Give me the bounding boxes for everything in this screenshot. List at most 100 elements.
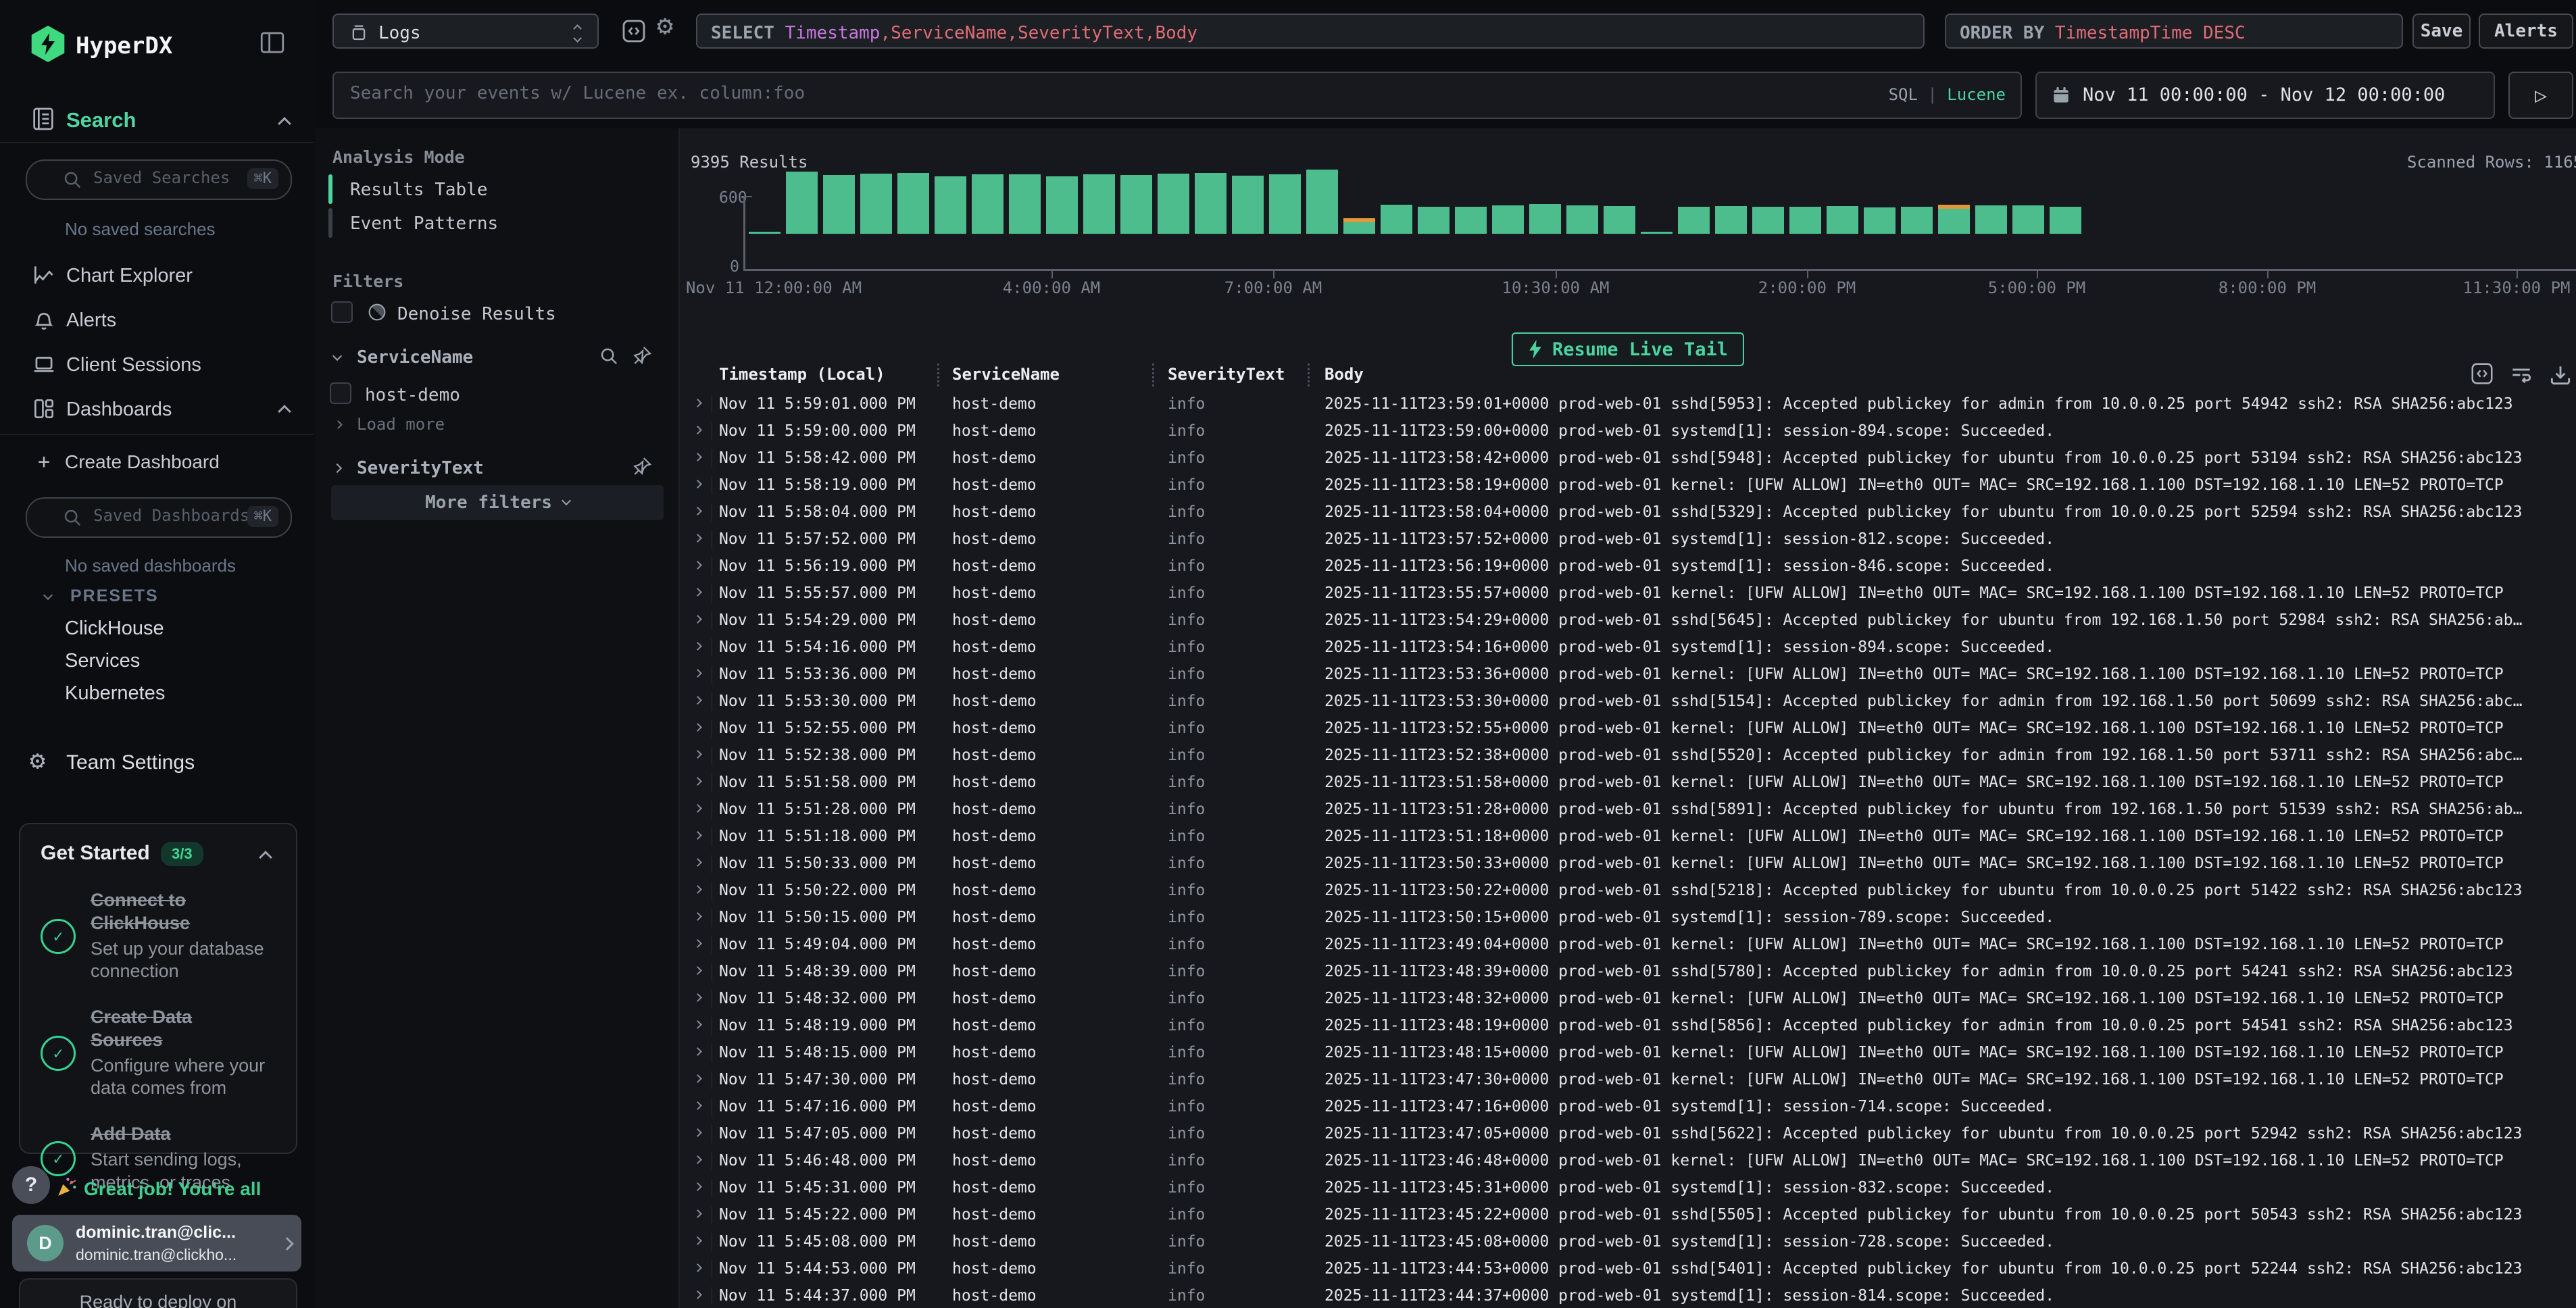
saved-dashboards-search[interactable]: ⌘K [26, 497, 292, 538]
histogram-bar[interactable] [1195, 173, 1227, 234]
source-select[interactable]: Logs [332, 14, 599, 49]
orderby-clause-input[interactable]: ORDER BY TimestampTime DESC [1945, 14, 2403, 49]
mode-results-table[interactable]: Results Table [350, 180, 488, 200]
table-row[interactable]: Nov 11 5:55:57.000 PMhost-demoinfo2025-1… [680, 580, 2576, 607]
get-started-collapse-chevron-icon[interactable] [259, 851, 272, 864]
table-row[interactable]: Nov 11 5:49:04.000 PMhost-demoinfo2025-1… [680, 931, 2576, 958]
table-row[interactable]: Nov 11 5:48:19.000 PMhost-demoinfo2025-1… [680, 1012, 2576, 1039]
sidebar-item-team-settings[interactable]: Team Settings [66, 751, 195, 774]
search-collapse-chevron-icon[interactable] [278, 117, 291, 130]
servicename-expand-chevron-icon[interactable] [332, 351, 342, 361]
table-row[interactable]: Nov 11 5:58:04.000 PMhost-demoinfo2025-1… [680, 499, 2576, 526]
pin-icon[interactable] [631, 345, 653, 366]
column-resize-handle[interactable] [1152, 363, 1154, 386]
help-button[interactable]: ? [12, 1166, 50, 1204]
table-row[interactable]: Nov 11 5:57:52.000 PMhost-demoinfo2025-1… [680, 526, 2576, 553]
saved-searches-input[interactable] [92, 168, 250, 188]
table-row[interactable]: Nov 11 5:54:16.000 PMhost-demoinfo2025-1… [680, 634, 2576, 661]
histogram-bar[interactable] [1901, 207, 1933, 234]
sidebar-item-search[interactable]: Search [66, 108, 136, 132]
save-button[interactable]: Save [2412, 14, 2471, 49]
histogram-bar[interactable] [1566, 205, 1598, 234]
table-row[interactable]: Nov 11 5:59:00.000 PMhost-demoinfo2025-1… [680, 418, 2576, 445]
histogram-bar[interactable] [860, 174, 892, 234]
histogram-bar[interactable] [1604, 206, 1635, 234]
code-view-button[interactable] [620, 18, 647, 45]
denoise-label[interactable]: Denoise Results [397, 304, 556, 324]
table-row[interactable]: Nov 11 5:50:22.000 PMhost-demoinfo2025-1… [680, 877, 2576, 904]
table-row[interactable]: Nov 11 5:58:42.000 PMhost-demoinfo2025-1… [680, 445, 2576, 472]
severitytext-expand-chevron-icon[interactable] [332, 463, 342, 473]
histogram-bar[interactable] [1678, 207, 1710, 234]
table-row[interactable]: Nov 11 5:48:15.000 PMhost-demoinfo2025-1… [680, 1039, 2576, 1066]
filter-search-icon[interactable] [599, 346, 619, 366]
histogram-bar[interactable] [2050, 207, 2081, 234]
table-row[interactable]: Nov 11 5:50:15.000 PMhost-demoinfo2025-1… [680, 904, 2576, 931]
presets-header[interactable]: PRESETS [70, 586, 159, 606]
table-row[interactable]: Nov 11 5:52:38.000 PMhost-demoinfo2025-1… [680, 742, 2576, 769]
mode-event-patterns[interactable]: Event Patterns [350, 213, 498, 234]
table-row[interactable]: Nov 11 5:50:33.000 PMhost-demoinfo2025-1… [680, 850, 2576, 877]
dashboards-collapse-chevron-icon[interactable] [278, 405, 291, 418]
table-row[interactable]: Nov 11 5:56:19.000 PMhost-demoinfo2025-1… [680, 553, 2576, 580]
column-resize-handle[interactable] [937, 363, 939, 386]
histogram-bar[interactable] [1455, 207, 1487, 234]
histogram-bar[interactable] [935, 176, 966, 234]
table-row[interactable]: Nov 11 5:54:29.000 PMhost-demoinfo2025-1… [680, 607, 2576, 634]
histogram-bar[interactable] [2012, 205, 2044, 234]
histogram-bar[interactable] [1381, 205, 1412, 234]
saved-dashboards-input[interactable] [92, 505, 250, 526]
histogram-bar[interactable] [1864, 207, 1896, 234]
get-started-item[interactable]: ✓ Create Data Sources Configure where yo… [41, 1006, 278, 1100]
histogram-bar[interactable] [1343, 218, 1375, 234]
histogram-bar[interactable] [823, 175, 855, 234]
table-row[interactable]: Nov 11 5:44:37.000 PMhost-demoinfo2025-1… [680, 1282, 2576, 1308]
column-header-body[interactable]: Body [1324, 365, 1364, 384]
histogram-bar[interactable] [1789, 207, 1821, 234]
histogram-bar[interactable] [1752, 207, 1784, 234]
histogram-bar[interactable] [1009, 174, 1041, 234]
host-demo-checkbox[interactable] [330, 382, 351, 404]
filter-group-severitytext[interactable]: SeverityText [357, 458, 484, 478]
histogram-bar[interactable] [1046, 176, 1078, 234]
sql-mode-toggle[interactable]: SQL [1889, 85, 1918, 104]
preset-item-kubernetes[interactable]: Kubernetes [65, 682, 165, 705]
live-tail-play-button[interactable]: ▷ [2508, 72, 2573, 119]
table-row[interactable]: Nov 11 5:47:16.000 PMhost-demoinfo2025-1… [680, 1093, 2576, 1120]
column-header-servicename[interactable]: ServiceName [952, 365, 1060, 384]
histogram-bar[interactable] [1827, 206, 1858, 234]
more-filters-button[interactable]: More filters [331, 485, 664, 520]
histogram-bar[interactable] [1715, 206, 1747, 234]
table-row[interactable]: Nov 11 5:51:28.000 PMhost-demoinfo2025-1… [680, 796, 2576, 823]
histogram-bar[interactable] [749, 232, 781, 234]
saved-searches-search[interactable]: ⌘K [26, 159, 292, 200]
column-header-severitytext[interactable]: SeverityText [1168, 365, 1285, 384]
histogram-bar[interactable] [972, 174, 1004, 234]
user-account-card[interactable]: D dominic.tran@clic... dominic.tran@clic… [12, 1215, 301, 1272]
lucene-mode-toggle[interactable]: Lucene [1947, 85, 2006, 104]
pin-icon[interactable] [631, 455, 653, 477]
histogram-bar[interactable] [1975, 205, 2007, 234]
table-row[interactable]: Nov 11 5:48:32.000 PMhost-demoinfo2025-1… [680, 985, 2576, 1012]
histogram-bar[interactable] [1938, 205, 1970, 234]
histogram-bar[interactable] [1641, 232, 1673, 234]
load-more-button[interactable]: Load more [357, 415, 445, 434]
table-row[interactable]: Nov 11 5:52:55.000 PMhost-demoinfo2025-1… [680, 715, 2576, 742]
wrap-lines-icon[interactable] [2508, 362, 2534, 388]
table-row[interactable]: Nov 11 5:47:05.000 PMhost-demoinfo2025-1… [680, 1120, 2576, 1147]
table-row[interactable]: Nov 11 5:53:36.000 PMhost-demoinfo2025-1… [680, 661, 2576, 688]
histogram-bar[interactable] [1232, 176, 1264, 234]
table-row[interactable]: Nov 11 5:45:08.000 PMhost-demoinfo2025-1… [680, 1228, 2576, 1255]
create-dashboard-button[interactable]: Create Dashboard [65, 451, 220, 473]
filter-value-host-demo[interactable]: host-demo [365, 385, 460, 405]
denoise-checkbox[interactable] [331, 301, 353, 323]
resume-live-tail-button[interactable]: Resume Live Tail [1512, 332, 1744, 366]
filter-group-servicename[interactable]: ServiceName [357, 347, 473, 368]
histogram-bar[interactable] [1306, 170, 1338, 234]
preset-item-services[interactable]: Services [65, 650, 140, 672]
histogram-bar[interactable] [1418, 207, 1450, 234]
column-resize-handle[interactable] [1308, 363, 1310, 386]
table-row[interactable]: Nov 11 5:45:22.000 PMhost-demoinfo2025-1… [680, 1201, 2576, 1228]
table-code-view-icon[interactable] [2469, 361, 2495, 386]
table-row[interactable]: Nov 11 5:51:18.000 PMhost-demoinfo2025-1… [680, 823, 2576, 850]
